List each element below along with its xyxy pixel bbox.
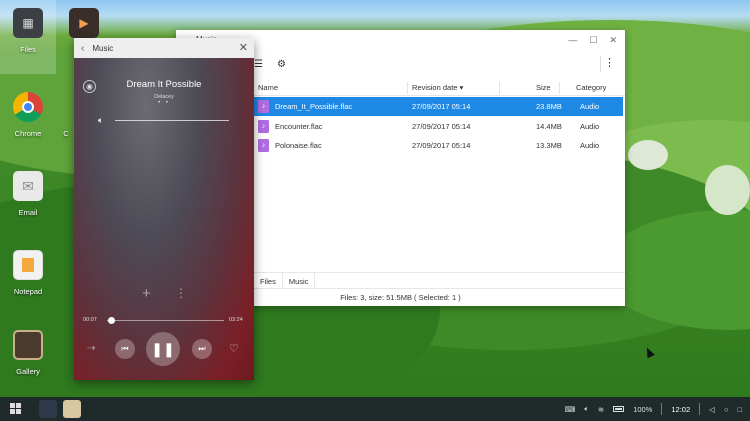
desktop-icon-label: Gallery (16, 367, 40, 376)
desktop-icon-partial[interactable]: C (56, 84, 76, 158)
desktop-icon-files[interactable]: ▦ Files (0, 0, 56, 74)
taskbar: ⌨ 🔈︎ ≋ 100% 12:02 ◁ ○ □ (0, 397, 750, 421)
nav-back-icon[interactable]: ◁ (709, 405, 715, 414)
desktop-icon-label: Notepad (13, 287, 43, 296)
start-menu-icon[interactable] (10, 403, 21, 414)
taskbar-app-files[interactable] (39, 400, 57, 418)
column-label: Revision date (412, 83, 458, 92)
progress-knob[interactable] (107, 317, 115, 324)
nav-home-icon[interactable]: ○ (724, 405, 729, 414)
file-row[interactable]: ♪ Encounter.flac 27/09/2017 05:14 14.4MB… (254, 117, 623, 136)
toolbar-divider (600, 56, 601, 72)
file-size: 23.8MB (536, 102, 562, 111)
more-menu-icon[interactable]: ⋮ (604, 56, 615, 69)
skip-previous-icon: ⏮ (121, 344, 129, 353)
pause-icon: ❚❚ (151, 340, 175, 357)
wifi-icon[interactable]: ≋ (598, 405, 604, 414)
keyboard-icon[interactable]: ⌨ (565, 405, 576, 414)
file-name: Polonaise.flac (275, 141, 322, 150)
file-size: 14.4MB (536, 122, 562, 131)
more-options-icon[interactable]: ⋮ (175, 286, 187, 300)
repeat-icon[interactable]: ⇢ (87, 343, 95, 354)
column-divider (407, 82, 408, 94)
email-app-icon: ✉ (13, 171, 43, 201)
close-icon[interactable]: ✕ (609, 35, 617, 46)
desktop-icon-label: Chrome (14, 129, 42, 138)
file-name: Encounter.flac (275, 122, 323, 131)
tab-files[interactable]: Files (254, 273, 283, 288)
back-arrow-icon[interactable]: ‹ (81, 43, 84, 54)
time-total: 03:24 (229, 317, 243, 323)
volume-slider[interactable] (115, 120, 229, 121)
desktop-icon-email[interactable]: ✉ Email (0, 163, 56, 237)
taskbar-app-music[interactable] (63, 400, 81, 418)
file-category: Audio (580, 102, 600, 111)
file-row[interactable]: ♪ Polonaise.flac 27/09/2017 05:14 13.3MB… (254, 136, 623, 155)
desktop-icon-chrome[interactable]: Chrome (0, 84, 56, 158)
tray-divider (699, 403, 701, 415)
settings-gear-icon[interactable]: ⚙ (277, 59, 286, 70)
tree-decoration (628, 140, 668, 170)
page-indicator-dots: • • (158, 100, 170, 106)
maximize-icon[interactable]: ☐ (589, 35, 597, 46)
system-tray: ⌨ 🔈︎ ≋ 100% 12:02 ◁ ○ □ (565, 397, 750, 421)
video-player-icon: ▶ (69, 8, 99, 38)
column-category[interactable]: Category (576, 83, 606, 92)
volume-icon[interactable]: 🔈︎ (98, 115, 103, 126)
progress-slider[interactable] (107, 320, 224, 321)
sort-desc-icon: ▾ (459, 83, 464, 92)
tree-decoration (705, 165, 750, 215)
file-date: 27/09/2017 05:14 (412, 102, 471, 111)
minimize-icon[interactable]: — (568, 35, 577, 45)
desktop-icon-label: Email (18, 208, 38, 217)
list-view-icon[interactable]: ☰ (254, 59, 263, 70)
column-divider (559, 82, 560, 94)
column-size[interactable]: Size (536, 83, 551, 92)
chrome-app-icon (13, 92, 43, 122)
file-category: Audio (580, 122, 600, 131)
previous-button[interactable]: ⏮ (115, 339, 135, 359)
nav-recents-icon[interactable]: □ (737, 405, 742, 414)
files-app-icon: ▦ (13, 8, 43, 38)
window-title: Music (92, 43, 114, 53)
add-to-playlist-icon[interactable]: + (142, 285, 151, 302)
desktop-icon-notepad[interactable]: Notepad (0, 242, 56, 316)
file-list-header: Name Revision date ▾ Size Category (254, 80, 625, 96)
desktop-icon-label: Files (20, 45, 36, 54)
music-player-window: ‹ Music ✕ ◉ Dream It Possible Delacey • … (74, 38, 254, 380)
column-revision-date[interactable]: Revision date ▾ (412, 83, 463, 92)
song-title: Dream It Possible (126, 79, 202, 90)
file-row[interactable]: ♪ Dream_It_Possible.flac 27/09/2017 05:1… (254, 97, 623, 116)
gallery-app-icon (13, 330, 43, 360)
notepad-app-icon (13, 250, 43, 280)
clock[interactable]: 12:02 (671, 405, 690, 414)
next-button[interactable]: ⏭ (192, 339, 212, 359)
audio-file-icon: ♪ (258, 100, 269, 113)
file-size: 13.3MB (536, 141, 562, 150)
volume-icon[interactable]: 🔈︎ (584, 404, 589, 414)
desktop-icon-gallery[interactable]: Gallery (0, 322, 56, 396)
audio-file-icon: ♪ (258, 120, 269, 133)
column-name[interactable]: Name (258, 83, 278, 92)
file-date: 27/09/2017 05:14 (412, 122, 471, 131)
favorite-heart-icon[interactable]: ♡ (229, 342, 239, 355)
file-date: 27/09/2017 05:14 (412, 141, 471, 150)
desktop-icon-label: C (63, 129, 69, 138)
pause-button[interactable]: ❚❚ (146, 332, 180, 366)
tab-music[interactable]: Music (282, 273, 316, 288)
file-manager-tabs: Files Music (254, 272, 625, 288)
tray-divider (661, 403, 663, 415)
skip-next-icon: ⏭ (198, 344, 206, 353)
battery-level: 100% (633, 404, 653, 414)
file-category: Audio (580, 141, 600, 150)
close-icon[interactable]: ✕ (239, 41, 248, 54)
audio-file-icon: ♪ (258, 139, 269, 152)
file-name: Dream_It_Possible.flac (275, 102, 353, 111)
time-current: 00:07 (83, 317, 97, 323)
battery-icon (613, 406, 625, 412)
music-player-titlebar: ‹ Music ✕ (74, 38, 254, 58)
column-divider (499, 82, 500, 94)
